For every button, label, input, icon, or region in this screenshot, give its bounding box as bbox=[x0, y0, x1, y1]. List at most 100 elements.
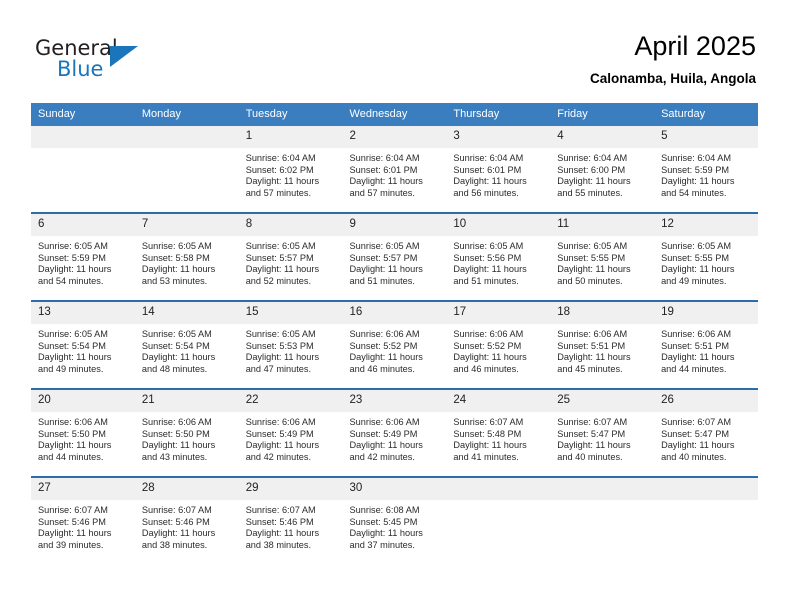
day-sun-info: Sunrise: 6:06 AM Sunset: 5:49 PM Daylight:… bbox=[343, 412, 447, 463]
daylight-text-line1: Daylight: 11 hours bbox=[349, 352, 423, 363]
day-sun-info: Sunrise: 6:05 AM Sunset: 5:57 PM Daylight:… bbox=[343, 236, 447, 287]
sunset-text: Sunset: 5:57 PM bbox=[349, 252, 418, 263]
daylight-text-line1: Daylight: 11 hours bbox=[557, 352, 631, 363]
day-sun-info: Sunrise: 6:05 AM Sunset: 5:59 PM Daylight:… bbox=[31, 236, 135, 287]
calendar-day-cell[interactable]: 8 Sunrise: 6:05 AM Sunset: 5:57 PM Daylight… bbox=[238, 212, 343, 301]
calendar-day-cell[interactable]: 22 Sunrise: 6:06 AM Sunset: 5:49 PM Dayligh… bbox=[238, 388, 343, 477]
location-subtitle: Calonamba, Huila, Angola bbox=[589, 71, 756, 86]
calendar-day-cell[interactable]: 6 Sunrise: 6:05 AM Sunset: 5:59 PM Daylight… bbox=[31, 212, 135, 301]
daylight-text-line1: Daylight: 11 hours bbox=[661, 176, 735, 187]
daylight-text-line1: Daylight: 11 hours bbox=[141, 440, 216, 451]
calendar-day-cell[interactable]: 17 Sunrise: 6:06 AM Sunset: 5:52 PM Dayligh… bbox=[446, 300, 551, 389]
day-number: 20 bbox=[31, 390, 135, 412]
calendar-day-cell[interactable]: 28 Sunrise: 6:07 AM Sunset: 5:46 PM Dayligh… bbox=[134, 476, 239, 564]
calendar-page: General Blue April 2025 Calonamba, Huila… bbox=[0, 0, 792, 612]
calendar-day-cell[interactable]: 12 Sunrise: 6:05 AM Sunset: 5:55 PM Dayligh… bbox=[654, 212, 758, 301]
sunset-text: Sunset: 5:55 PM bbox=[661, 252, 729, 263]
daylight-text-line1: Daylight: 11 hours bbox=[141, 528, 216, 539]
daylight-text-line2: and 51 minutes. bbox=[453, 275, 519, 286]
day-number bbox=[550, 478, 655, 500]
weekday-header-friday: Friday bbox=[550, 103, 655, 126]
sunset-text: Sunset: 6:00 PM bbox=[557, 164, 626, 175]
day-sun-info: Sunrise: 6:04 AM Sunset: 6:00 PM Daylight:… bbox=[550, 148, 654, 199]
day-sun-info: Sunrise: 6:06 AM Sunset: 5:52 PM Daylight:… bbox=[343, 324, 447, 375]
daylight-text-line2: and 40 minutes. bbox=[661, 451, 727, 462]
calendar-day-cell[interactable]: 20 Sunrise: 6:06 AM Sunset: 5:50 PM Dayligh… bbox=[31, 388, 135, 477]
sunrise-text: Sunrise: 6:06 AM bbox=[349, 417, 420, 427]
sunset-text: Sunset: 5:46 PM bbox=[245, 516, 314, 527]
calendar-day-cell[interactable]: 27 Sunrise: 6:07 AM Sunset: 5:46 PM Dayligh… bbox=[31, 476, 135, 564]
day-number: 21 bbox=[134, 390, 239, 412]
calendar-day-cell[interactable]: 13 Sunrise: 6:05 AM Sunset: 5:54 PM Dayligh… bbox=[31, 300, 135, 389]
daylight-text-line2: and 48 minutes. bbox=[141, 363, 208, 374]
calendar-day-cell[interactable]: 4 Sunrise: 6:04 AM Sunset: 6:00 PM Daylight… bbox=[550, 126, 655, 213]
calendar-day-cell-empty bbox=[654, 476, 758, 564]
day-number: 3 bbox=[446, 126, 551, 148]
daylight-text-line1: Daylight: 11 hours bbox=[661, 352, 735, 363]
sunrise-text: Sunrise: 6:07 AM bbox=[141, 505, 212, 515]
sunset-text: Sunset: 5:51 PM bbox=[557, 340, 626, 351]
calendar-day-cell[interactable]: 1 Sunrise: 6:04 AM Sunset: 6:02 PM Daylight… bbox=[238, 126, 343, 213]
calendar-day-cell[interactable]: 5 Sunrise: 6:04 AM Sunset: 5:59 PM Daylight… bbox=[654, 126, 758, 213]
daylight-text-line1: Daylight: 11 hours bbox=[141, 352, 216, 363]
weekday-header-wednesday: Wednesday bbox=[342, 103, 447, 126]
sunrise-text: Sunrise: 6:07 AM bbox=[245, 505, 316, 515]
calendar-day-cell[interactable]: 30 Sunrise: 6:08 AM Sunset: 5:45 PM Dayligh… bbox=[342, 476, 447, 564]
sunset-text: Sunset: 5:52 PM bbox=[349, 340, 418, 351]
calendar-day-cell[interactable]: 16 Sunrise: 6:06 AM Sunset: 5:52 PM Dayligh… bbox=[342, 300, 447, 389]
day-number: 15 bbox=[238, 302, 343, 324]
calendar-week-row: 27 Sunrise: 6:07 AM Sunset: 5:46 PM Dayligh… bbox=[31, 476, 758, 564]
sunrise-text: Sunrise: 6:05 AM bbox=[349, 241, 420, 251]
sunset-text: Sunset: 5:49 PM bbox=[245, 428, 314, 439]
calendar-day-cell[interactable]: 23 Sunrise: 6:06 AM Sunset: 5:49 PM Dayligh… bbox=[342, 388, 447, 477]
calendar-day-cell[interactable]: 2 Sunrise: 6:04 AM Sunset: 6:01 PM Daylight… bbox=[342, 126, 447, 213]
sunrise-text: Sunrise: 6:06 AM bbox=[453, 329, 524, 339]
calendar-body: 1 Sunrise: 6:04 AM Sunset: 6:02 PM Daylight… bbox=[31, 126, 758, 564]
day-sun-info: Sunrise: 6:06 AM Sunset: 5:52 PM Daylight:… bbox=[446, 324, 550, 375]
daylight-text-line1: Daylight: 11 hours bbox=[245, 352, 320, 363]
day-number: 10 bbox=[446, 214, 551, 236]
daylight-text-line1: Daylight: 11 hours bbox=[349, 528, 423, 539]
sunrise-text: Sunrise: 6:05 AM bbox=[557, 241, 628, 251]
day-number: 28 bbox=[134, 478, 239, 500]
daylight-text-line2: and 40 minutes. bbox=[557, 451, 623, 462]
day-number bbox=[654, 478, 758, 500]
daylight-text-line1: Daylight: 11 hours bbox=[453, 264, 527, 275]
calendar-day-cell[interactable]: 29 Sunrise: 6:07 AM Sunset: 5:46 PM Dayligh… bbox=[238, 476, 343, 564]
day-sun-info: Sunrise: 6:05 AM Sunset: 5:57 PM Daylight:… bbox=[239, 236, 343, 287]
sunrise-text: Sunrise: 6:05 AM bbox=[661, 241, 732, 251]
daylight-text-line2: and 46 minutes. bbox=[349, 363, 415, 374]
calendar-day-cell[interactable]: 19 Sunrise: 6:06 AM Sunset: 5:51 PM Dayligh… bbox=[654, 300, 758, 389]
calendar-day-cell[interactable]: 14 Sunrise: 6:05 AM Sunset: 5:54 PM Dayligh… bbox=[134, 300, 239, 389]
day-number bbox=[134, 126, 239, 148]
weekday-header-monday: Monday bbox=[134, 103, 239, 126]
sunset-text: Sunset: 5:51 PM bbox=[661, 340, 729, 351]
calendar-day-cell[interactable]: 9 Sunrise: 6:05 AM Sunset: 5:57 PM Daylight… bbox=[342, 212, 447, 301]
sunset-text: Sunset: 6:01 PM bbox=[453, 164, 522, 175]
calendar-day-cell[interactable]: 25 Sunrise: 6:07 AM Sunset: 5:47 PM Dayligh… bbox=[550, 388, 655, 477]
sunset-text: Sunset: 5:48 PM bbox=[453, 428, 522, 439]
daylight-text-line1: Daylight: 11 hours bbox=[453, 352, 527, 363]
sunrise-text: Sunrise: 6:06 AM bbox=[38, 417, 108, 427]
calendar-day-cell[interactable]: 21 Sunrise: 6:06 AM Sunset: 5:50 PM Dayligh… bbox=[134, 388, 239, 477]
calendar-day-cell[interactable]: 18 Sunrise: 6:06 AM Sunset: 5:51 PM Dayligh… bbox=[550, 300, 655, 389]
day-number: 16 bbox=[342, 302, 447, 324]
sunset-text: Sunset: 5:59 PM bbox=[38, 252, 106, 263]
sunrise-text: Sunrise: 6:04 AM bbox=[349, 153, 420, 163]
daylight-text-line1: Daylight: 11 hours bbox=[557, 176, 631, 187]
calendar-week-row: 1 Sunrise: 6:04 AM Sunset: 6:02 PM Daylight… bbox=[31, 126, 758, 213]
calendar-day-cell[interactable]: 7 Sunrise: 6:05 AM Sunset: 5:58 PM Daylight… bbox=[134, 212, 239, 301]
day-sun-info: Sunrise: 6:06 AM Sunset: 5:49 PM Daylight:… bbox=[239, 412, 343, 463]
day-number: 18 bbox=[550, 302, 655, 324]
day-number bbox=[446, 478, 551, 500]
calendar-day-cell[interactable]: 24 Sunrise: 6:07 AM Sunset: 5:48 PM Dayligh… bbox=[446, 388, 551, 477]
calendar-day-cell[interactable]: 3 Sunrise: 6:04 AM Sunset: 6:01 PM Daylight… bbox=[446, 126, 551, 213]
day-sun-info: Sunrise: 6:06 AM Sunset: 5:50 PM Daylight:… bbox=[31, 412, 135, 463]
calendar-day-cell[interactable]: 26 Sunrise: 6:07 AM Sunset: 5:47 PM Dayligh… bbox=[654, 388, 758, 477]
day-number: 11 bbox=[550, 214, 655, 236]
calendar-day-cell[interactable]: 11 Sunrise: 6:05 AM Sunset: 5:55 PM Dayligh… bbox=[550, 212, 655, 301]
day-sun-info: Sunrise: 6:05 AM Sunset: 5:53 PM Daylight:… bbox=[239, 324, 343, 375]
daylight-text-line2: and 47 minutes. bbox=[245, 363, 312, 374]
calendar-day-cell[interactable]: 15 Sunrise: 6:05 AM Sunset: 5:53 PM Dayligh… bbox=[238, 300, 343, 389]
calendar-day-cell[interactable]: 10 Sunrise: 6:05 AM Sunset: 5:56 PM Dayligh… bbox=[446, 212, 551, 301]
